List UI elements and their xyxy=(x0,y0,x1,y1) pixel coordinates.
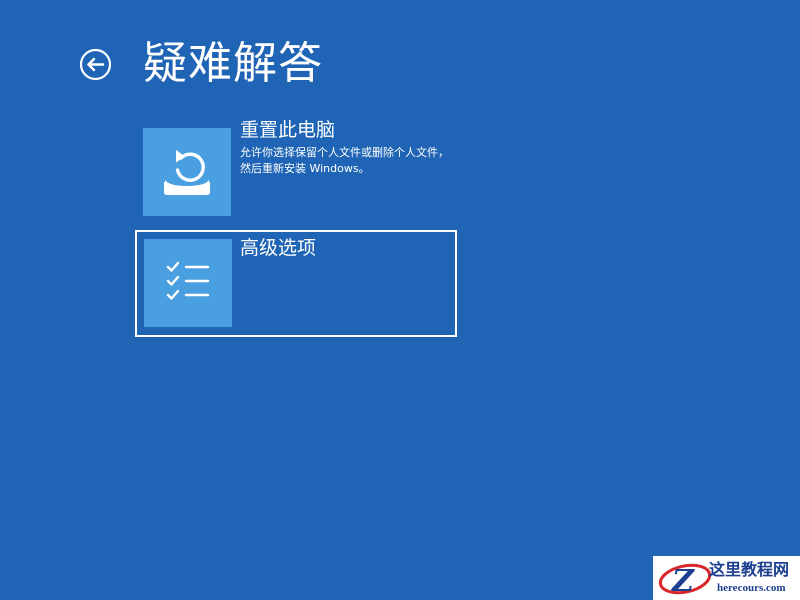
reset-pc-description: 允许你选择保留个人文件或删除个人文件，然后重新安装 Windows。 xyxy=(240,146,449,175)
watermark-logo-letter: Z xyxy=(671,564,695,599)
page-title: 疑难解答 xyxy=(143,38,323,89)
advanced-options-tile xyxy=(144,239,232,327)
reset-pc-icon xyxy=(164,150,210,195)
watermark-name: 这里教程网 xyxy=(709,560,790,579)
watermark-url: herecours.com xyxy=(717,582,786,594)
back-arrow-circle-icon xyxy=(79,48,112,81)
reset-pc-option[interactable]: 重置此电脑 允许你选择保留个人文件或删除个人文件，然后重新安装 Windows。 xyxy=(135,119,455,225)
watermark: Z 这里教程网 herecours.com xyxy=(653,556,800,600)
advanced-options-title: 高级选项 xyxy=(240,237,317,259)
reset-pc-title: 重置此电脑 xyxy=(240,119,336,141)
advanced-options-option[interactable]: 高级选项 xyxy=(135,230,457,337)
checklist-icon xyxy=(166,261,210,300)
watermark-logo: Z xyxy=(658,563,712,599)
reset-pc-tile xyxy=(143,128,231,216)
back-button[interactable] xyxy=(79,48,112,81)
